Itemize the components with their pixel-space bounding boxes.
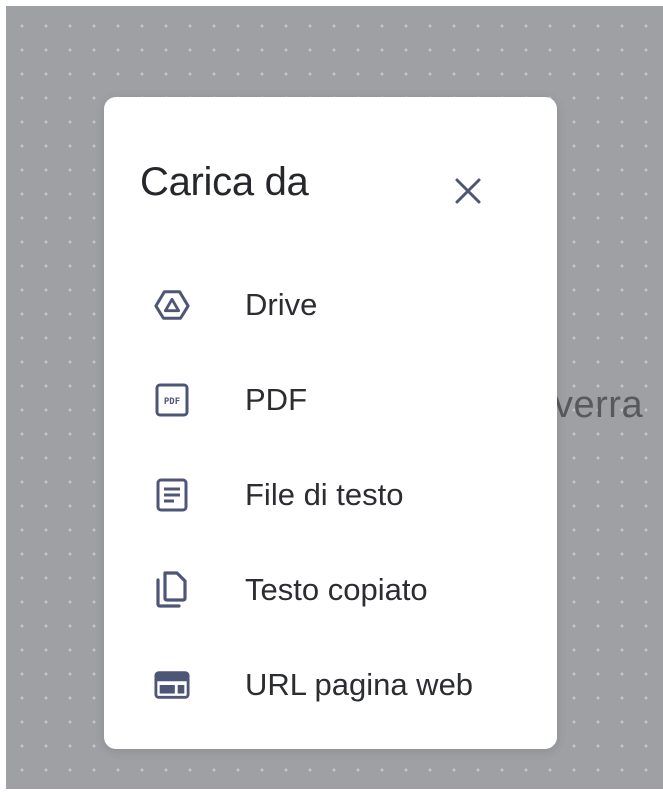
menu-item-label: URL pagina web [245,667,474,702]
menu-item-label: Testo copiato [245,572,428,607]
background-text: verra [554,384,644,426]
menu-item-drive[interactable]: Drive [104,259,557,354]
menu-item-label: Drive [245,287,318,322]
menu-item-pdf[interactable]: PDF PDF [104,354,557,449]
dialog-title: Carica da [140,160,309,204]
svg-text:PDF: PDF [164,397,180,407]
copied-text-icon [154,571,190,608]
pdf-icon: PDF [154,382,190,418]
menu-item-copied-text[interactable]: Testo copiato [104,544,557,639]
close-button[interactable] [444,167,492,215]
web-page-icon [154,667,190,703]
close-icon [455,178,481,204]
menu-item-web-page[interactable]: URL pagina web [104,639,557,734]
upload-source-dialog: Carica da Drive PDF PDF File di testo Te… [104,97,557,749]
source-menu: Drive PDF PDF File di testo Testo copiat… [104,259,557,734]
menu-item-label: File di testo [245,477,404,512]
menu-item-label: PDF [245,382,307,417]
text-file-icon [154,477,190,513]
drive-icon [154,287,190,323]
menu-item-text-file[interactable]: File di testo [104,449,557,544]
